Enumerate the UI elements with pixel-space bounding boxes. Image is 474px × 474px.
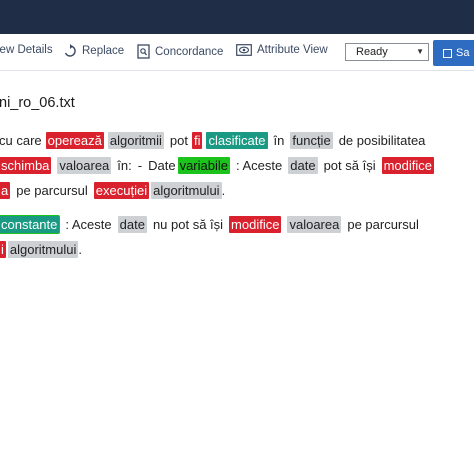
text-span: pe parcursul bbox=[347, 217, 419, 232]
document-line: i algoritmului. bbox=[0, 240, 82, 260]
annotated-token[interactable]: valoarea bbox=[287, 216, 342, 233]
text-span: - bbox=[137, 158, 143, 173]
save-button[interactable]: Sa bbox=[433, 40, 474, 66]
status-select[interactable]: Ready ▼ bbox=[345, 43, 429, 61]
annotated-token[interactable]: clasificate bbox=[206, 132, 268, 149]
annotated-token[interactable]: constante bbox=[0, 216, 60, 233]
annotated-token[interactable]: valoarea bbox=[57, 157, 112, 174]
save-label: Sa bbox=[456, 47, 470, 59]
annotated-token[interactable]: a bbox=[0, 182, 11, 199]
annotated-token[interactable]: funcție bbox=[290, 132, 333, 149]
annotated-token[interactable]: modifice bbox=[229, 216, 282, 233]
save-icon bbox=[443, 48, 452, 58]
concordance-icon bbox=[137, 44, 155, 59]
text-span: pot să își bbox=[323, 158, 376, 173]
annotated-token[interactable]: fi bbox=[191, 132, 203, 149]
annotated-token[interactable]: date bbox=[117, 216, 147, 233]
text-span: nu pot să își bbox=[152, 217, 224, 232]
text-span: . bbox=[221, 183, 226, 198]
concordance-button[interactable]: Concordance bbox=[137, 44, 223, 59]
text-span: : Aceste bbox=[65, 217, 112, 232]
text-span: în: bbox=[117, 158, 132, 173]
annotated-token[interactable]: variabile bbox=[177, 157, 230, 174]
annotated-token[interactable]: date bbox=[288, 157, 318, 174]
annotated-token[interactable]: algoritmului bbox=[7, 241, 79, 258]
concordance-label: Concordance bbox=[155, 45, 224, 58]
annotated-token[interactable]: i bbox=[0, 241, 6, 258]
eye-icon bbox=[236, 44, 257, 56]
document-line: a pe parcursul execuției algoritmului. bbox=[0, 181, 225, 201]
status-select-value: Ready bbox=[356, 46, 388, 58]
text-span: pot bbox=[169, 133, 188, 148]
view-details-label: iew Details bbox=[0, 44, 53, 56]
toolbar-divider bbox=[0, 70, 474, 71]
document-line: schimba valoarea în: - Date variabile : Aceste… bbox=[0, 156, 435, 176]
document-line: cu care operează algoritmii pot fi clasificat… bbox=[0, 131, 425, 151]
annotated-token[interactable]: algoritmului bbox=[151, 182, 222, 199]
annotated-token[interactable]: execuției bbox=[93, 182, 150, 199]
text-span: în bbox=[273, 133, 285, 148]
document-title: ni_ro_06.txt bbox=[0, 95, 75, 111]
app-header-bar bbox=[0, 0, 474, 34]
replace-button[interactable]: Replace bbox=[63, 44, 124, 58]
view-details-button[interactable]: iew Details bbox=[0, 44, 53, 56]
text-span: cu care bbox=[0, 133, 42, 148]
text-span: Date bbox=[148, 158, 176, 173]
replace-icon bbox=[63, 44, 82, 58]
attribute-view-button[interactable]: Attribute View bbox=[236, 44, 328, 56]
replace-label: Replace bbox=[82, 45, 125, 57]
text-span: de posibilitatea bbox=[338, 133, 426, 148]
text-span: pe parcursul bbox=[16, 183, 88, 198]
annotated-token[interactable]: operează bbox=[45, 132, 104, 149]
annotated-token[interactable]: algoritmii bbox=[107, 132, 164, 149]
text-span: . bbox=[78, 242, 82, 257]
document-line: constante : Aceste date nu pot să își modifi… bbox=[0, 215, 419, 235]
attribute-view-label: Attribute View bbox=[257, 44, 328, 56]
text-span: : Aceste bbox=[236, 158, 283, 173]
annotated-token[interactable]: modifice bbox=[381, 157, 435, 174]
chevron-down-icon: ▼ bbox=[416, 47, 424, 56]
annotated-token[interactable]: schimba bbox=[0, 157, 52, 174]
